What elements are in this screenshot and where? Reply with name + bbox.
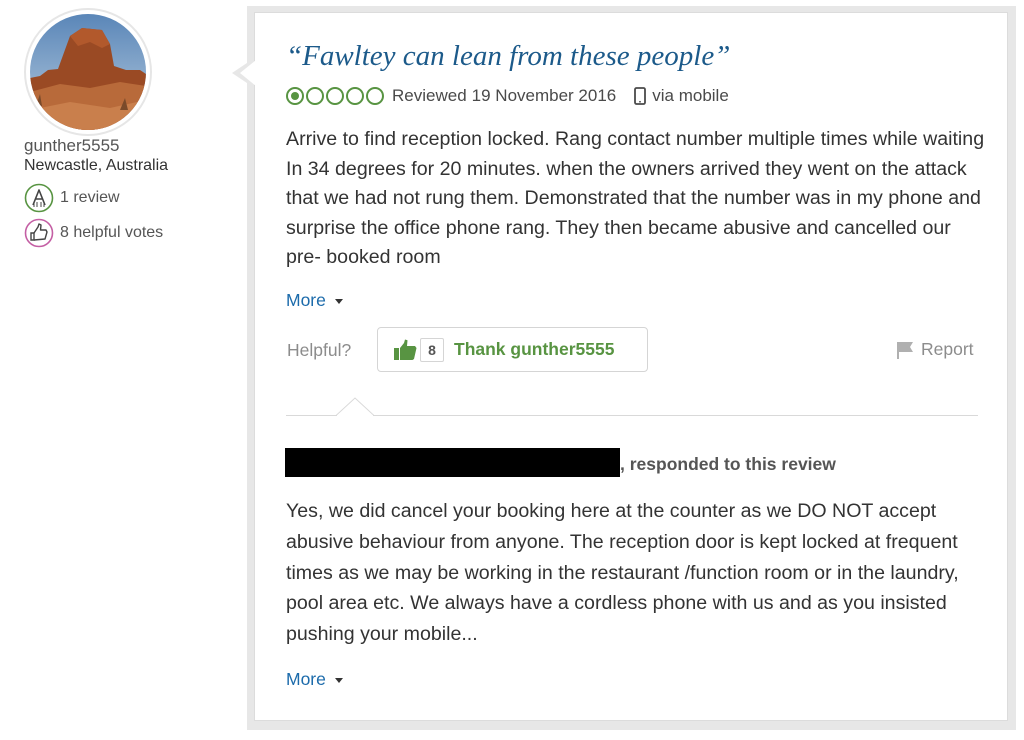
thank-count: 8 [420, 337, 444, 362]
helpful-votes-badge: 8 helpful votes [24, 218, 163, 248]
report-link[interactable]: Report [895, 339, 974, 360]
review-meta: Reviewed 19 November 2016 via mobile [286, 83, 729, 109]
helpful-label: Helpful? [287, 340, 352, 360]
report-label: Report [921, 339, 974, 359]
via-mobile-label: via mobile [652, 86, 729, 105]
avatar-photo [30, 14, 146, 130]
thank-button[interactable]: 8 Thank gunther5555 [377, 327, 648, 372]
response-divider-notch [336, 397, 374, 416]
member-location: Newcastle, Australia [24, 157, 169, 174]
member-info: gunther5555 Newcastle, Australia 1 revie… [0, 0, 240, 740]
rating-bubble-empty [346, 87, 364, 105]
mobile-phone-icon [634, 87, 647, 105]
rating-bubble-empty [306, 87, 324, 105]
response-divider-right [373, 415, 978, 416]
thumbs-up-icon [394, 339, 417, 360]
review-title[interactable]: “Fawltey can lean from these people” [286, 40, 730, 73]
responded-label: , responded to this review [620, 454, 836, 474]
rating-bubble-empty [326, 87, 344, 105]
rating-bubbles [286, 87, 386, 105]
caret-down-icon [334, 299, 343, 304]
more-label: More [286, 290, 326, 310]
avatar[interactable] [30, 14, 146, 130]
reviews-count: 1 review [60, 189, 120, 206]
response-more-label: More [286, 669, 326, 689]
reviewed-label: Reviewed [392, 86, 467, 105]
review-more-link[interactable]: More [286, 290, 343, 311]
redacted-owner-name [285, 448, 620, 477]
response-body: Yes, we did cancel your booking here at … [286, 500, 959, 646]
flag-icon [897, 341, 913, 359]
helpful-votes-icon [24, 218, 54, 248]
response-more-link[interactable]: More [286, 669, 343, 690]
card-pointer-inner [240, 60, 256, 86]
username[interactable]: gunther5555 [24, 136, 119, 156]
thank-label: Thank gunther5555 [454, 339, 615, 359]
helpful-votes-count: 8 helpful votes [60, 224, 164, 241]
rating-bubble-filled [286, 87, 304, 105]
response-divider [286, 415, 337, 416]
reviewer-badge-icon [24, 183, 54, 213]
review-date: 19 November 2016 [471, 86, 617, 105]
rating-bubble-empty [366, 87, 384, 105]
reviews-badge: 1 review [24, 183, 120, 213]
caret-down-icon [334, 678, 343, 683]
review-body: Arrive to find reception locked. Rang co… [286, 128, 985, 268]
